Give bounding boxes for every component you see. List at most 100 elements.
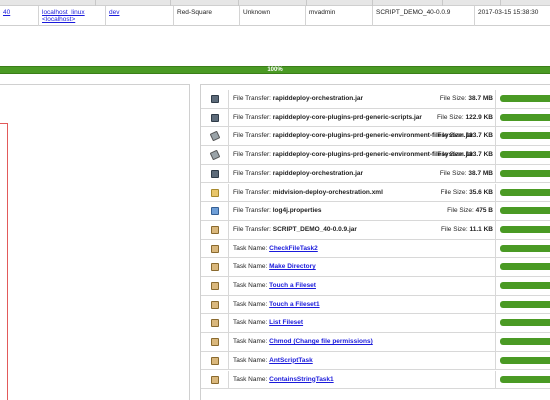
- file-size-value: 38.7 MB: [468, 95, 493, 102]
- progress-cell: [495, 164, 550, 183]
- clipboard-icon: [211, 300, 219, 309]
- row-progress-bar: [500, 300, 550, 308]
- target-link[interactable]: localhost_linux <localhost>: [42, 9, 85, 23]
- file-transfer-row: File Transfer: rapiddeploy-orchestration…: [201, 90, 550, 109]
- progress-cell: [495, 295, 550, 314]
- task-row: Task Name: AntScriptTask: [201, 351, 550, 371]
- task-name-link[interactable]: AntScriptTask: [269, 357, 313, 364]
- row-icon-cell: [201, 183, 229, 202]
- task-name-link[interactable]: Touch a Fileset: [269, 282, 316, 289]
- row-text: Task Name: Chmod (Change file permission…: [233, 333, 495, 351]
- target-name: localhost_linux: [42, 9, 85, 16]
- target-cell: localhost_linux <localhost>: [38, 6, 105, 26]
- row-progress-bar: [500, 319, 550, 327]
- row-progress-bar: [500, 113, 550, 121]
- row-icon-cell: [201, 239, 229, 258]
- environment-cell: dev: [105, 6, 173, 26]
- file-size-label: File Size:: [440, 188, 470, 196]
- file-size-value: 475 B: [475, 207, 493, 215]
- row-icon-cell: [201, 220, 229, 239]
- deployment-id-link[interactable]: 40: [3, 9, 10, 16]
- clipboard-icon: [211, 338, 219, 347]
- row-icon-cell: [201, 370, 229, 389]
- row-icon-cell: [201, 295, 229, 314]
- row-text: Task Name: ContainsStringTask1: [233, 371, 495, 389]
- state-cell: Unknown: [239, 6, 305, 26]
- file-size-label: File Size:: [439, 169, 469, 177]
- row-icon-cell: [201, 202, 229, 220]
- task-row: Task Name: CheckFileTask2: [201, 239, 550, 259]
- file-size-label: File Size:: [437, 132, 466, 140]
- file-size: File Size: 122.9 KB: [437, 109, 493, 127]
- row-progress-bar: [500, 225, 550, 233]
- file-size-label: File Size:: [436, 113, 466, 121]
- jar-icon: [211, 113, 219, 122]
- row-progress-bar: [500, 263, 550, 271]
- progress-cell: [495, 108, 550, 127]
- file-transfer-row: File Transfer: log4j.properties File Size…: [201, 202, 550, 221]
- file-transfer-row: File Transfer: rapiddeploy-core-plugins-…: [201, 127, 550, 147]
- row-progress-bar: [500, 356, 550, 364]
- task-name-link[interactable]: CheckFileTask2: [269, 245, 318, 252]
- xml-file-icon: [211, 188, 219, 197]
- file-size-value: 38.7 MB: [468, 169, 493, 177]
- row-prefix: Task Name:: [233, 300, 270, 308]
- log-panel-highlight: [0, 123, 8, 400]
- file-size: File Size: 113.7 KB: [437, 146, 493, 164]
- clipboard-icon: [211, 244, 219, 253]
- task-name-link[interactable]: ContainsStringTask1: [269, 376, 334, 383]
- task-name-link[interactable]: Chmod (Change file permissions): [269, 338, 373, 345]
- file-size-value: 113.7 KB: [465, 151, 493, 159]
- file-size-value: 122.9 KB: [465, 113, 493, 121]
- file-size: File Size: 113.7 KB: [437, 127, 493, 145]
- deployment-log-panel: [0, 84, 190, 400]
- file-transfer-row: File Transfer: rapiddeploy-orchestration…: [201, 164, 550, 184]
- row-progress-bar: [500, 151, 550, 159]
- environment-link[interactable]: dev: [109, 9, 119, 16]
- progress-cell: [495, 258, 550, 276]
- file-name: SCRIPT_DEMO_40-0.0.9.jar: [272, 225, 357, 233]
- row-progress-bar: [500, 375, 550, 383]
- row-prefix: File Transfer:: [233, 207, 273, 215]
- task-name-link[interactable]: List Fileset: [269, 319, 303, 326]
- task-name-link[interactable]: Touch a Fileset1: [269, 301, 319, 308]
- row-icon-cell: [201, 258, 229, 276]
- row-icon-cell: [201, 314, 229, 333]
- row-icon-cell: [201, 333, 229, 351]
- file-name: rapiddeploy-orchestration.jar: [272, 95, 364, 102]
- file-transfer-row: File Transfer: SCRIPT_DEMO_40-0.0.9.jar F…: [201, 220, 550, 240]
- file-size-value: 11.1 KB: [469, 225, 494, 233]
- file-size-value: 35.6 KB: [469, 188, 493, 196]
- file-size: File Size: 475 B: [447, 202, 493, 220]
- row-prefix: Task Name:: [233, 375, 270, 383]
- progress-cell: [495, 333, 550, 351]
- clipboard-icon: [211, 356, 219, 365]
- progress-cell: [495, 314, 550, 333]
- progress-cell: [495, 127, 550, 146]
- row-prefix: Task Name:: [233, 263, 270, 271]
- package-icon: [211, 225, 219, 234]
- row-prefix: File Transfer:: [233, 225, 273, 233]
- row-prefix: Task Name:: [233, 282, 270, 289]
- task-row: Task Name: Touch a Fileset: [201, 277, 550, 296]
- row-prefix: File Transfer:: [233, 95, 273, 102]
- task-name-link[interactable]: Make Directory: [269, 263, 316, 270]
- row-progress-bar: [500, 207, 550, 215]
- row-text: Task Name: AntScriptTask: [233, 352, 495, 370]
- row-icon-cell: [201, 164, 229, 183]
- progress-cell: [495, 277, 550, 295]
- progress-cell: [495, 146, 550, 164]
- row-progress-bar: [500, 338, 550, 346]
- user-cell: mvadmin: [305, 6, 372, 26]
- row-icon-cell: [201, 90, 229, 108]
- properties-file-icon: [211, 207, 219, 216]
- progress-cell: [495, 90, 550, 108]
- progress-cell: [495, 220, 550, 239]
- file-size: File Size: 11.1 KB: [441, 221, 493, 239]
- task-row: Task Name: Touch a Fileset1: [201, 295, 550, 315]
- deployment-info-row: 40 localhost_linux <localhost> dev Red-S…: [0, 6, 550, 26]
- row-progress-bar: [500, 188, 550, 196]
- status-cell: Red-Square: [173, 6, 239, 26]
- progress-cell: [495, 202, 550, 220]
- file-size: File Size: 38.7 MB: [440, 165, 493, 183]
